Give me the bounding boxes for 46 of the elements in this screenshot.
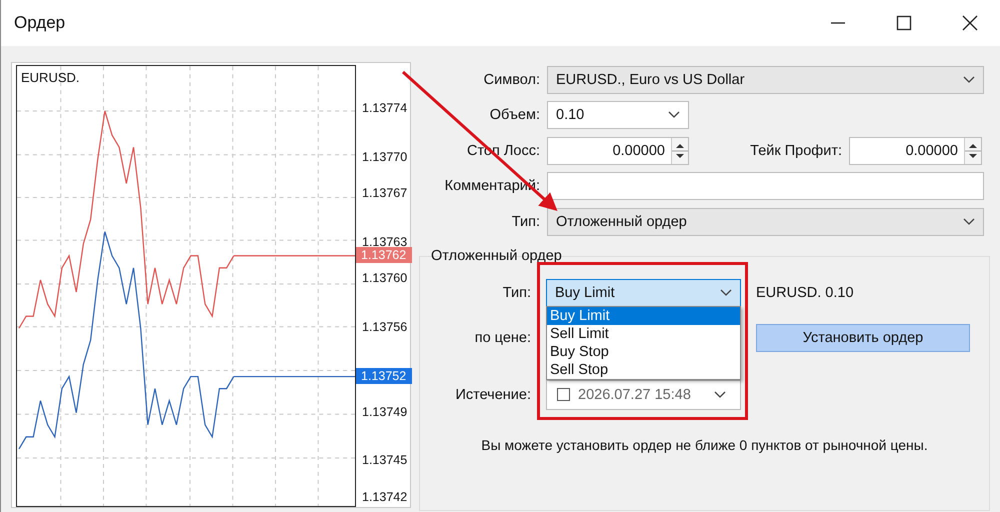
field-label: Тип: bbox=[502, 285, 531, 301]
dropdown-option[interactable]: Buy Stop bbox=[547, 343, 740, 361]
price-tick: 1.13756 bbox=[362, 320, 408, 334]
caret-icon bbox=[963, 218, 975, 226]
expiration-field[interactable]: 2026.07.27 15:48 bbox=[546, 380, 741, 410]
price-tick: 1.13760 bbox=[362, 270, 408, 285]
price-tick: 1.13770 bbox=[362, 150, 408, 164]
spinner-icon[interactable] bbox=[671, 138, 688, 164]
dropdown-option[interactable]: Sell Stop bbox=[547, 361, 740, 379]
price-tick: 1.13763 bbox=[362, 234, 408, 248]
order-type-dropdown[interactable]: Отложенный ордер bbox=[547, 208, 984, 236]
field-label: Тейк Профит: bbox=[749, 142, 842, 159]
field-label: Объем: bbox=[488, 107, 540, 124]
ask-price-label: 1.13762 bbox=[356, 246, 412, 263]
take-profit-field[interactable]: 0.00000 bbox=[849, 136, 982, 165]
field-label: Истечение: bbox=[454, 386, 531, 402]
price-tick: 1.13742 bbox=[362, 490, 408, 504]
caret-icon bbox=[668, 111, 680, 120]
info-text: Вы можете установить ордер не ближе 0 пунктов от рыночной цены. bbox=[480, 436, 929, 452]
bid-price-label: 1.13752 bbox=[356, 368, 412, 384]
field-label: Тип: bbox=[510, 214, 540, 230]
chart-symbol: EURUSD. bbox=[21, 70, 80, 85]
dropdown-option[interactable]: Buy Limit bbox=[547, 307, 740, 325]
dropdown-option[interactable]: Sell Limit bbox=[547, 325, 740, 343]
price-tick: 1.13749 bbox=[362, 404, 408, 418]
price-tick: 1.13774 bbox=[362, 100, 408, 115]
price-tick: 1.13767 bbox=[362, 186, 408, 200]
window-title: Ордер bbox=[14, 13, 66, 33]
checkbox[interactable] bbox=[557, 388, 570, 401]
caret-icon bbox=[714, 390, 726, 398]
close-icon[interactable] bbox=[962, 15, 978, 31]
stop-loss-field[interactable]: 0.00000 bbox=[547, 136, 689, 165]
symbol-dropdown[interactable]: EURUSD., Euro vs US Dollar bbox=[547, 66, 984, 94]
caret-icon bbox=[720, 289, 732, 297]
place-order-button[interactable]: Установить ордер bbox=[756, 324, 970, 352]
field-label: Символ: bbox=[482, 72, 540, 88]
comment-field[interactable] bbox=[547, 172, 984, 200]
maximize-icon[interactable] bbox=[896, 15, 912, 31]
spinner-icon[interactable] bbox=[964, 138, 981, 164]
order-summary: EURUSD. 0.10 bbox=[756, 285, 854, 301]
price-tick: 1.13745 bbox=[362, 453, 408, 468]
group-title: Отложенный ордер bbox=[431, 248, 563, 264]
caret-icon bbox=[963, 76, 975, 84]
volume-dropdown[interactable]: 0.10 bbox=[547, 101, 689, 130]
field-label: по цене: bbox=[474, 330, 531, 346]
pending-type-dropdown[interactable]: Buy Limit bbox=[546, 279, 741, 307]
